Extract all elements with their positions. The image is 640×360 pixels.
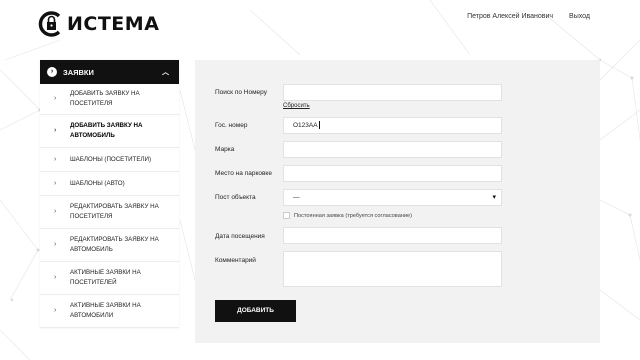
sidebar-item-templates-visitors[interactable]: › ШАБЛОНЫ (ПОСЕТИТЕЛИ) [40,148,179,172]
sidebar-item-label: АКТИВНЫЕ ЗАЯВКИ НА АВТОМОБИЛИ [70,302,141,319]
logo-text: ИСТЕМА [67,13,160,35]
chevron-up-icon: ︿ [162,69,169,76]
brand-input[interactable] [283,141,502,158]
sidebar-item-edit-visitor[interactable]: › РЕДАКТИРОВАТЬ ЗАЯВКУ НА ПОСЕТИТЕЛЯ [40,196,179,229]
plate-label: Гос. номер [215,122,248,129]
chevron-right-icon: › [54,274,57,281]
sidebar-item-active-visitors[interactable]: › АКТИВНЫЕ ЗАЯВКИ НА ПОСЕТИТЕЛЕЙ [40,262,179,295]
permanent-request-checkbox[interactable] [283,212,290,219]
add-car-request-form: Поиск по Номеру Сбросить Гос. номер О123… [195,60,600,343]
chevron-right-icon: › [54,241,57,248]
sidebar-item-label: ДОБАВИТЬ ЗАЯВКУ НА АВТОМОБИЛЬ [70,122,143,139]
plate-input-value: О123АА [293,122,318,129]
user-name-link[interactable]: Петров Алексей Иванович [467,13,553,20]
user-nav: Петров Алексей Иванович Выход [467,13,590,20]
sidebar-item-label: АКТИВНЫЕ ЗАЯВКИ НА ПОСЕТИТЕЛЕЙ [70,269,141,286]
chevron-right-icon: › [54,155,57,163]
post-label: Пост объекта [215,194,256,201]
post-select-value: — [293,194,300,201]
sidebar-item-templates-cars[interactable]: › ШАБЛОНЫ (АВТО) [40,172,179,196]
visit-date-input[interactable] [283,227,502,244]
chevron-right-icon: › [54,179,57,187]
sidebar-item-edit-car[interactable]: › РЕДАКТИРОВАТЬ ЗАЯВКУ НА АВТОМОБИЛЬ [40,229,179,262]
caret-down-icon: ▾ [492,194,496,201]
padlock-c-logo-icon [38,11,61,37]
post-select[interactable]: — ▾ [283,189,502,206]
search-input[interactable] [283,84,502,101]
sidebar-item-label: РЕДАКТИРОВАТЬ ЗАЯВКУ НА ПОСЕТИТЕЛЯ [70,203,159,220]
comment-textarea[interactable] [283,251,502,287]
parking-label: Место на парковке [215,170,272,177]
logo[interactable]: ИСТЕМА [38,8,159,40]
comment-label: Комментарий [215,257,256,264]
chevron-right-icon: › [54,208,57,215]
chevron-right-icon: › [54,307,57,314]
sidebar-item-label: ДОБАВИТЬ ЗАЯВКУ НА ПОСЕТИТЕЛЯ [70,90,140,107]
sidebar-header-label: ЗАЯВКИ [63,67,94,77]
sidebar-item-active-cars[interactable]: › АКТИВНЫЕ ЗАЯВКИ НА АВТОМОБИЛИ [40,295,179,328]
chevron-right-circle-icon: › [47,67,57,77]
parking-input[interactable] [283,165,502,182]
search-label: Поиск по Номеру [215,89,267,96]
sidebar-item-add-car[interactable]: › ДОБАВИТЬ ЗАЯВКУ НА АВТОМОБИЛЬ [40,115,179,148]
sidebar-item-label: ШАБЛОНЫ (АВТО) [70,179,125,187]
sidebar-header-requests[interactable]: › ЗАЯВКИ ︿ [40,60,179,84]
sidebar-item-label: РЕДАКТИРОВАТЬ ЗАЯВКУ НА АВТОМОБИЛЬ [70,236,159,253]
logout-link[interactable]: Выход [569,13,590,20]
permanent-request-label: Постоянная заявка (требуется согласовани… [294,213,412,219]
top-header: ИСТЕМА Петров Алексей Иванович Выход [0,0,640,50]
brand-label: Марка [215,146,235,153]
reset-link[interactable]: Сбросить [283,103,310,109]
sidebar-item-label: ШАБЛОНЫ (ПОСЕТИТЕЛИ) [70,155,152,163]
plate-input[interactable]: О123АА [283,117,502,134]
add-button[interactable]: ДОБАВИТЬ [215,300,296,322]
chevron-right-icon: › [54,95,57,102]
visit-date-label: Дата посещения [215,233,265,240]
chevron-right-icon: › [54,127,57,134]
sidebar-item-add-visitor[interactable]: › ДОБАВИТЬ ЗАЯВКУ НА ПОСЕТИТЕЛЯ [40,84,179,115]
sidebar-menu: › ЗАЯВКИ ︿ › ДОБАВИТЬ ЗАЯВКУ НА ПОСЕТИТЕ… [40,60,179,328]
text-cursor [318,121,320,130]
